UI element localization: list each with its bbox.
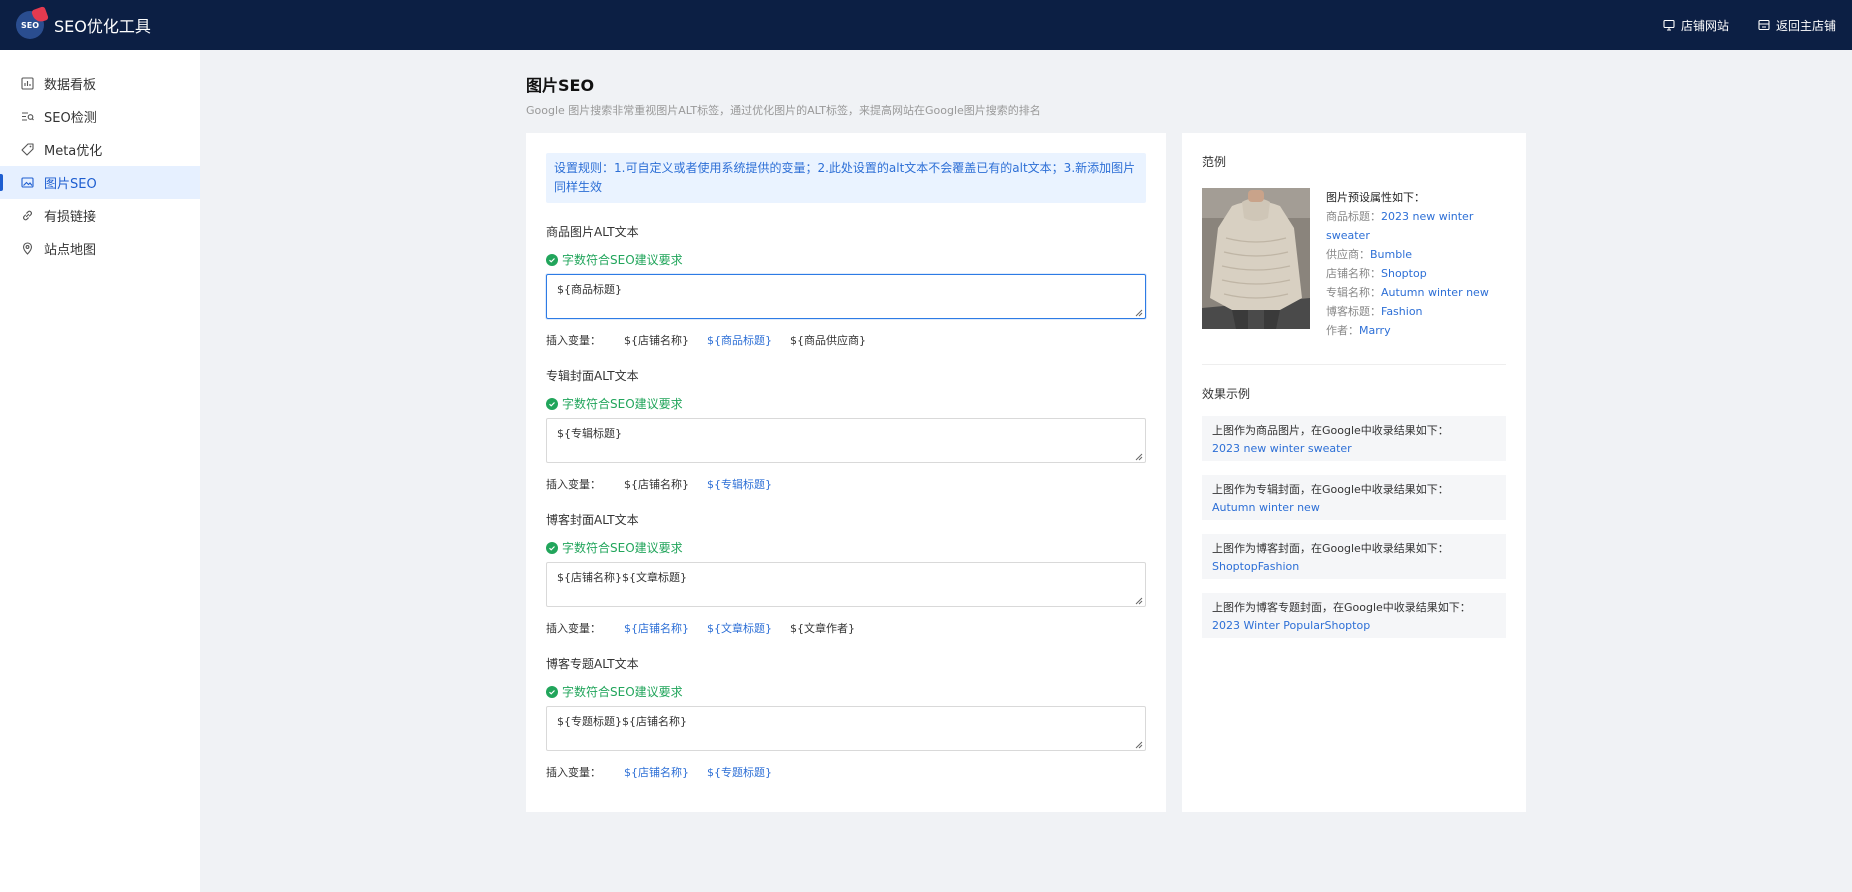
example-title: 范例 — [1202, 155, 1227, 169]
store-icon — [1757, 18, 1771, 32]
sweater-photo — [1202, 188, 1310, 329]
brand[interactable]: SEO SEO优化工具 — [16, 6, 151, 39]
top-actions: 店铺网站 返回主店铺 — [1662, 17, 1836, 34]
back-to-main-store-link[interactable]: 返回主店铺 — [1757, 17, 1836, 34]
effect-item: 上图作为博客专题封面，在Google中收录结果如下： 2023 Winter P… — [1202, 593, 1506, 638]
blog-cover-alt-input[interactable]: ${店铺名称}${文章标题} — [546, 562, 1146, 607]
insert-variables: 插入变量： ${店铺名称} ${文章标题} ${文章作者} — [546, 620, 855, 636]
location-icon — [20, 242, 34, 256]
sidebar-item-dashboard[interactable]: 数据看板 — [0, 67, 200, 100]
field-label: 博客专题ALT文本 — [546, 657, 639, 671]
check-circle-icon — [546, 685, 558, 698]
sidebar-item-seo-check[interactable]: SEO检测 — [0, 100, 200, 133]
example-card: 范例 图片预设属性如下： 商品标题：2023 new winter sweate… — [1182, 133, 1526, 812]
variable-chip[interactable]: ${文章作者} — [790, 620, 855, 636]
attr-row: 作者：Marry — [1326, 324, 1391, 337]
resize-handle-icon[interactable] — [1134, 307, 1143, 317]
effect-item: 上图作为专辑封面，在Google中收录结果如下： Autumn winter n… — [1202, 475, 1506, 520]
store-website-link[interactable]: 店铺网站 — [1662, 17, 1729, 34]
variable-chip[interactable]: ${商品标题} — [707, 332, 772, 348]
variable-chip[interactable]: ${专辑标题} — [707, 476, 772, 492]
blog-topic-alt-field: 博客专题ALT文本 字数符合SEO建议要求 ${专题标题}${店铺名称} 插入变… — [546, 655, 1146, 780]
sidebar-item-sitemap[interactable]: 站点地图 — [0, 232, 200, 265]
album-cover-alt-field: 专辑封面ALT文本 字数符合SEO建议要求 ${专辑标题} 插入变量： ${店铺… — [546, 367, 1146, 492]
resize-handle-icon[interactable] — [1134, 595, 1143, 605]
validation-ok: 字数符合SEO建议要求 — [546, 395, 1146, 412]
attr-row: 商品标题：2023 new winter sweater — [1326, 210, 1474, 242]
resize-handle-icon[interactable] — [1134, 739, 1143, 749]
check-circle-icon — [546, 253, 558, 266]
divider — [1202, 364, 1506, 365]
sidebar-item-meta[interactable]: Meta优化 — [0, 133, 200, 166]
variable-chip[interactable]: ${店铺名称} — [624, 332, 689, 348]
example-block: 图片预设属性如下： 商品标题：2023 new winter sweater 供… — [1202, 188, 1506, 340]
check-circle-icon — [546, 397, 558, 410]
variable-chip[interactable]: ${店铺名称} — [624, 476, 689, 492]
blog-topic-alt-input[interactable]: ${专题标题}${店铺名称} — [546, 706, 1146, 751]
top-bar: SEO SEO优化工具 店铺网站 返回主店铺 — [0, 0, 1852, 50]
insert-variables: 插入变量： ${店铺名称} ${专辑标题} — [546, 476, 772, 492]
variable-chip[interactable]: ${专题标题} — [707, 764, 772, 780]
variable-chip[interactable]: ${店铺名称} — [624, 764, 689, 780]
seo-check-icon — [20, 110, 34, 124]
effects-title: 效果示例 — [1202, 387, 1251, 401]
variable-chip[interactable]: ${商品供应商} — [790, 332, 866, 348]
validation-ok: 字数符合SEO建议要求 — [546, 683, 1146, 700]
page-title: 图片SEO — [526, 76, 595, 95]
attr-row: 专辑名称：Autumn winter new — [1326, 286, 1489, 299]
chart-icon — [20, 77, 34, 91]
link-icon — [20, 209, 34, 223]
alt-settings-card: 设置规则：1.可自定义或者使用系统提供的变量；2.此处设置的alt文本不会覆盖已… — [526, 133, 1166, 812]
rules-notice: 设置规则：1.可自定义或者使用系统提供的变量；2.此处设置的alt文本不会覆盖已… — [546, 153, 1146, 203]
preset-attributes: 图片预设属性如下： 商品标题：2023 new winter sweater 供… — [1326, 188, 1496, 340]
validation-ok: 字数符合SEO建议要求 — [546, 251, 1146, 268]
check-circle-icon — [546, 541, 558, 554]
attr-row: 供应商：Bumble — [1326, 248, 1413, 261]
resize-handle-icon[interactable] — [1134, 451, 1143, 461]
variable-chip[interactable]: ${文章标题} — [707, 620, 772, 636]
app-title: SEO优化工具 — [54, 17, 151, 36]
effect-item: 上图作为博客封面，在Google中收录结果如下： ShoptopFashion — [1202, 534, 1506, 579]
album-cover-alt-input[interactable]: ${专辑标题} — [546, 418, 1146, 463]
product-image-alt-field: 商品图片ALT文本 字数符合SEO建议要求 ${商品标题} 插入变量： ${店铺… — [546, 223, 1146, 348]
insert-variables: 插入变量： ${店铺名称} ${商品标题} ${商品供应商} — [546, 332, 866, 348]
monitor-icon — [1662, 18, 1676, 32]
attr-row: 博客标题：Fashion — [1326, 305, 1423, 318]
attr-row: 店铺名称：Shoptop — [1326, 267, 1427, 280]
variable-chip[interactable]: ${店铺名称} — [624, 620, 689, 636]
blog-cover-alt-field: 博客封面ALT文本 字数符合SEO建议要求 ${店铺名称}${文章标题} 插入变… — [546, 511, 1146, 636]
field-label: 博客封面ALT文本 — [546, 513, 639, 527]
insert-variables: 插入变量： ${店铺名称} ${专题标题} — [546, 764, 772, 780]
page-header: 图片SEO Google 图片搜索非常重视图片ALT标签，通过优化图片的ALT标… — [526, 72, 1041, 118]
image-icon — [20, 176, 34, 190]
effect-item: 上图作为商品图片，在Google中收录结果如下： 2023 new winter… — [1202, 416, 1506, 461]
sidebar-item-broken-links[interactable]: 有损链接 — [0, 199, 200, 232]
field-label: 商品图片ALT文本 — [546, 225, 639, 239]
field-label: 专辑封面ALT文本 — [546, 369, 639, 383]
product-image-alt-input[interactable]: ${商品标题} — [546, 274, 1146, 319]
tag-icon — [20, 143, 34, 157]
sidebar-item-image-seo[interactable]: 图片SEO — [0, 166, 200, 199]
seo-logo-icon: SEO — [16, 6, 49, 39]
sidebar: 数据看板 SEO检测 Meta优化 图片SEO 有损链接 站点地图 — [0, 50, 200, 892]
page-subtitle: Google 图片搜索非常重视图片ALT标签，通过优化图片的ALT标签，来提高网… — [526, 104, 1041, 117]
validation-ok: 字数符合SEO建议要求 — [546, 539, 1146, 556]
